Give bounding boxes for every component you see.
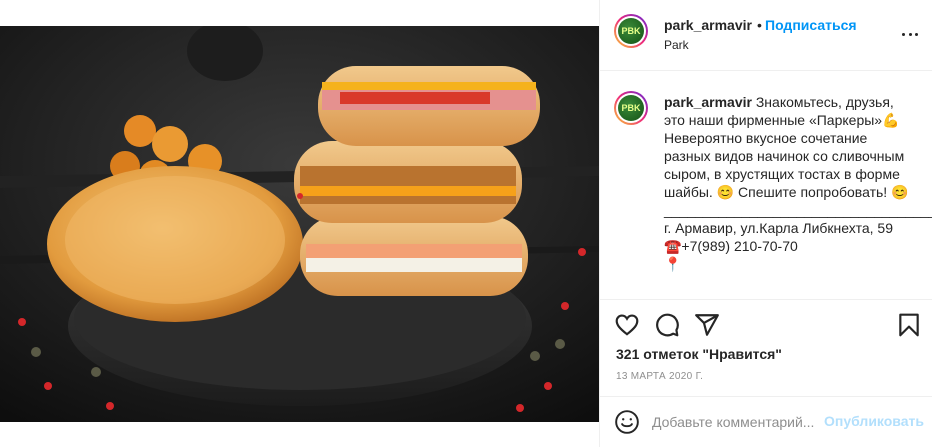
post-photo[interactable] (0, 26, 599, 422)
post-actions (600, 299, 932, 347)
heart-icon[interactable] (614, 312, 640, 338)
caption-phone: ☎️+7(989) 210-70-70 (664, 238, 798, 254)
follow-button[interactable]: Подписаться (765, 17, 857, 33)
caption-avatar-logo-text: PBK (621, 103, 641, 113)
username-link[interactable]: park_armavir (664, 17, 752, 33)
more-icon[interactable] (902, 26, 918, 42)
caption-avatar[interactable]: PBK (614, 91, 648, 125)
post-date[interactable]: 13 МАРТА 2020 Г. (616, 371, 703, 382)
separator-dot: • (757, 17, 762, 33)
caption-address: г. Армавир, ул.Карла Либкнехта, 59 (664, 220, 893, 236)
publish-button[interactable]: Опубликовать (824, 413, 924, 429)
share-icon[interactable] (694, 312, 720, 338)
comment-bar: Опубликовать (600, 396, 932, 447)
caption-next-line: 📍 (664, 256, 682, 272)
caption-divider: ______________________________________ (664, 202, 932, 218)
post-header: PBK park_armavir • Подписаться Park (600, 0, 932, 71)
post-photo-pane (0, 0, 599, 447)
comment-icon[interactable] (654, 312, 680, 338)
bookmark-icon[interactable] (896, 312, 922, 338)
caption-text: park_armavir Знакомьтесь, друзья, это на… (664, 93, 932, 273)
comment-input[interactable] (652, 411, 822, 433)
post-sidebar: PBK park_armavir • Подписаться Park PBK … (599, 0, 932, 447)
post-caption: PBK park_armavir Знакомьтесь, друзья, эт… (600, 71, 932, 299)
avatar[interactable]: PBK (614, 14, 648, 48)
caption-line-2: Невероятно вкусное сочетание разных видо… (664, 130, 909, 200)
avatar-logo-text: PBK (621, 26, 641, 36)
smile-icon[interactable] (614, 409, 640, 435)
location-link[interactable]: Park (664, 38, 689, 52)
caption-username-link[interactable]: park_armavir (664, 94, 752, 110)
likes-count[interactable]: 321 отметок "Нравится" (616, 346, 782, 362)
